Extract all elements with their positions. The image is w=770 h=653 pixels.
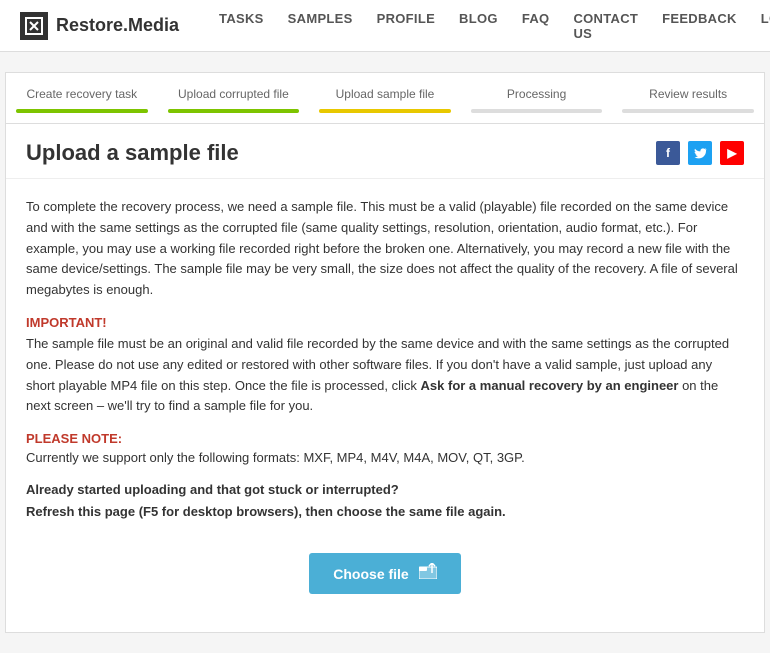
step-upload-corrupted: Upload corrupted file (158, 73, 310, 123)
step-label: Upload corrupted file (178, 87, 289, 101)
step-progress-bar (319, 109, 451, 113)
header: Restore.Media TASKS SAMPLES PROFILE BLOG… (0, 0, 770, 52)
page-header: Upload a sample file f ▶ (6, 124, 764, 179)
important-text: The sample file must be an original and … (26, 334, 744, 417)
steps-bar: Create recovery task Upload corrupted fi… (6, 73, 764, 124)
manual-recovery-link[interactable]: Ask for a manual recovery by an engineer (421, 378, 679, 393)
youtube-icon[interactable]: ▶ (720, 141, 744, 165)
logo-icon (20, 12, 48, 40)
step-label: Upload sample file (336, 87, 435, 101)
file-upload-area: Choose file (26, 543, 744, 614)
nav-profile[interactable]: PROFILE (377, 11, 435, 41)
step-progress-bar (16, 109, 148, 113)
nav-contact-us[interactable]: CONTACT US (573, 11, 638, 41)
choose-file-button[interactable]: Choose file (309, 553, 460, 594)
stuck-line2: Refresh this page (F5 for desktop browse… (26, 504, 506, 519)
description-text: To complete the recovery process, we nee… (26, 197, 744, 301)
choose-file-label: Choose file (333, 566, 408, 582)
stuck-line1: Already started uploading and that got s… (26, 482, 399, 497)
nav-samples[interactable]: SAMPLES (288, 11, 353, 41)
step-label: Create recovery task (26, 87, 137, 101)
important-label: IMPORTANT! (26, 315, 744, 330)
note-text: Currently we support only the following … (26, 450, 744, 465)
facebook-icon[interactable]: f (656, 141, 680, 165)
main-container: Create recovery task Upload corrupted fi… (5, 72, 765, 633)
step-label: Review results (649, 87, 727, 101)
page-content: To complete the recovery process, we nee… (6, 179, 764, 632)
step-create-recovery: Create recovery task (6, 73, 158, 123)
logo[interactable]: Restore.Media (20, 12, 179, 40)
logo-text: Restore.Media (56, 15, 179, 36)
upload-icon (419, 563, 437, 584)
nav-faq[interactable]: FAQ (522, 11, 550, 41)
social-icons: f ▶ (656, 141, 744, 165)
stuck-info: Already started uploading and that got s… (26, 479, 744, 523)
nav-tasks[interactable]: TASKS (219, 11, 264, 41)
step-progress-bar (622, 109, 754, 113)
step-processing: Processing (461, 73, 613, 123)
page-title: Upload a sample file (26, 140, 239, 166)
step-review-results: Review results (612, 73, 764, 123)
step-progress-bar (168, 109, 300, 113)
note-label: PLEASE NOTE: (26, 431, 744, 446)
nav-logout[interactable]: LOGOUT (761, 11, 770, 41)
step-progress-bar (471, 109, 603, 113)
step-upload-sample: Upload sample file (309, 73, 461, 123)
step-label: Processing (507, 87, 566, 101)
nav-feedback[interactable]: FEEDBACK (662, 11, 737, 41)
nav-blog[interactable]: BLOG (459, 11, 498, 41)
twitter-icon[interactable] (688, 141, 712, 165)
main-nav: TASKS SAMPLES PROFILE BLOG FAQ CONTACT U… (219, 11, 770, 41)
